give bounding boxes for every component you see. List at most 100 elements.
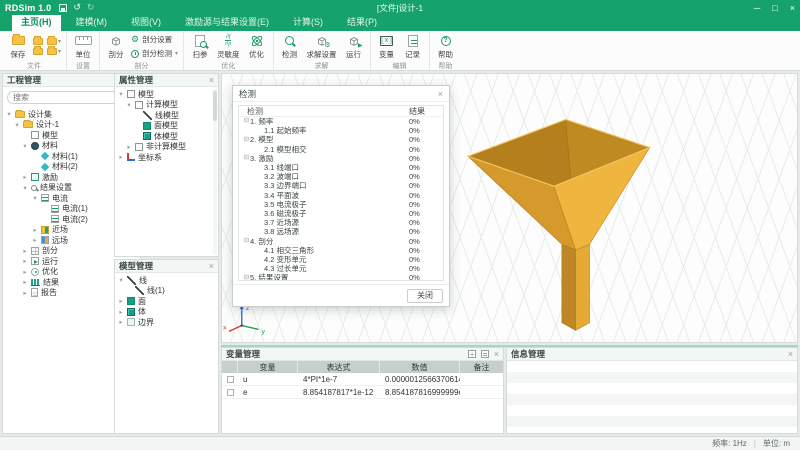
expander-icon[interactable]: ▸ bbox=[22, 257, 28, 265]
record-button[interactable]: 记录 bbox=[402, 33, 424, 60]
tab-compute[interactable]: 计算(S) bbox=[284, 13, 332, 31]
tree-item-line-model[interactable]: 线模型 bbox=[115, 110, 218, 121]
tab-results[interactable]: 结果(P) bbox=[338, 13, 386, 31]
mesh-settings-button[interactable]: ⚙ 剖分设置 bbox=[131, 34, 178, 45]
save-icon[interactable] bbox=[59, 4, 67, 12]
surface-icon bbox=[127, 297, 135, 305]
maximize-button[interactable]: □ bbox=[772, 3, 777, 13]
variable-button[interactable]: [x] 变量 bbox=[376, 33, 398, 60]
expander-icon[interactable]: ⊟ bbox=[243, 118, 250, 125]
checkbox[interactable] bbox=[227, 376, 234, 383]
scrollbar-thumb[interactable] bbox=[213, 91, 217, 121]
col-note: 备注 bbox=[460, 361, 503, 373]
close-button[interactable]: × bbox=[790, 3, 795, 13]
col-value: 数值 bbox=[380, 361, 460, 373]
line-icon bbox=[127, 276, 136, 285]
dialog-close-button[interactable]: 关闭 bbox=[407, 289, 443, 303]
close-icon[interactable]: × bbox=[209, 262, 214, 271]
tab-excitation-results[interactable]: 激励源与结果设置(E) bbox=[176, 13, 278, 31]
close-icon[interactable]: × bbox=[494, 350, 499, 359]
surface-icon bbox=[143, 122, 151, 130]
open-file-button[interactable] bbox=[33, 38, 43, 45]
solve-settings-button[interactable]: ⚙ 求解设置 bbox=[305, 33, 339, 60]
search-input[interactable] bbox=[13, 93, 123, 102]
run-button[interactable]: ▶ 运行 bbox=[343, 33, 365, 60]
expander-icon[interactable]: ▾ bbox=[32, 194, 38, 202]
variable-row-u[interactable]: u 4*PI*1e-7 0.00000125663706143... bbox=[222, 373, 503, 386]
expander-icon[interactable]: ▾ bbox=[22, 184, 28, 192]
expander-icon[interactable]: ▸ bbox=[32, 236, 38, 244]
recent-file-button[interactable]: ▾ bbox=[47, 38, 61, 45]
tab-home[interactable]: 主页(H) bbox=[12, 13, 61, 31]
col-variable: 变量 bbox=[238, 361, 298, 373]
redo-icon[interactable]: ↻ bbox=[87, 3, 95, 12]
checkbox[interactable] bbox=[227, 389, 234, 396]
tree-item-surface-model[interactable]: 面模型 bbox=[115, 121, 218, 132]
expander-icon[interactable]: ▾ bbox=[118, 276, 124, 284]
ribbon-group-solve: 检测 ⚙ 求解设置 ▶ 运行 求解 bbox=[274, 32, 371, 70]
expander-icon[interactable]: ▾ bbox=[14, 121, 20, 129]
expander-icon[interactable]: ⊟ bbox=[243, 275, 250, 281]
close-icon[interactable]: × bbox=[788, 350, 793, 359]
expander-icon[interactable]: ▸ bbox=[22, 173, 28, 181]
status-separator: | bbox=[754, 439, 756, 448]
tree-item-surface[interactable]: ▸面 bbox=[115, 296, 218, 307]
mesh-check-button[interactable]: 剖分检测 ▾ bbox=[131, 48, 178, 59]
minimize-button[interactable]: ─ bbox=[754, 3, 760, 13]
variable-row-e[interactable]: e 8.854187817*1e-12 8.854187816999999e-.… bbox=[222, 386, 503, 399]
expander-icon[interactable]: ⊟ bbox=[243, 137, 250, 144]
expander-icon[interactable]: ▸ bbox=[118, 153, 124, 161]
expander-icon[interactable]: ▸ bbox=[32, 226, 38, 234]
solid-icon bbox=[127, 308, 135, 316]
export-file-button[interactable]: ▾ bbox=[47, 48, 61, 55]
help-button[interactable]: ? 帮助 bbox=[435, 33, 457, 60]
model-icon bbox=[127, 90, 135, 98]
optimize-button[interactable]: 优化 bbox=[246, 33, 268, 60]
cube-icon bbox=[110, 35, 122, 47]
expander-icon[interactable]: ▾ bbox=[6, 110, 12, 118]
tree-item-boundary[interactable]: ▸边界 bbox=[115, 317, 218, 328]
delete-variable-icon[interactable] bbox=[481, 350, 489, 358]
tree-item-line[interactable]: ▾线 bbox=[115, 275, 218, 286]
expander-icon[interactable]: ▸ bbox=[22, 278, 28, 286]
tree-item-line-1[interactable]: 线(1) bbox=[115, 286, 218, 297]
expander-icon[interactable]: ▸ bbox=[22, 247, 28, 255]
file-actions: ▾ ▾ bbox=[33, 38, 61, 55]
tree-item-coordinate-system[interactable]: ▸坐标系 bbox=[115, 152, 218, 163]
expander-icon[interactable]: ▾ bbox=[118, 90, 124, 98]
expander-icon[interactable]: ▸ bbox=[118, 297, 124, 305]
undo-icon[interactable]: ↺ bbox=[73, 3, 81, 12]
expander-icon[interactable]: ▸ bbox=[118, 308, 124, 316]
expander-icon[interactable]: ▸ bbox=[22, 289, 28, 297]
expander-icon[interactable]: ▾ bbox=[22, 142, 28, 150]
tab-view[interactable]: 视图(V) bbox=[122, 13, 170, 31]
mesh-button[interactable]: 剖分 bbox=[105, 33, 127, 60]
close-icon[interactable]: × bbox=[438, 89, 443, 99]
import-file-button[interactable] bbox=[33, 48, 43, 55]
expander-icon[interactable]: ▸ bbox=[126, 143, 132, 151]
unit-button[interactable]: 单位 bbox=[72, 33, 94, 60]
record-icon bbox=[408, 35, 418, 47]
property-tree: ▾模型 ▾计算模型 线模型 面模型 体模型 ▸非计算模型 ▸坐标系 bbox=[115, 87, 218, 165]
tree-item-model[interactable]: ▾模型 bbox=[115, 89, 218, 100]
tree-item-noncalc-model[interactable]: ▸非计算模型 bbox=[115, 142, 218, 153]
scrollbar[interactable] bbox=[213, 89, 217, 254]
expander-icon[interactable]: ▾ bbox=[126, 101, 132, 109]
sensitivity-button[interactable]: ∂f∂p 灵敏度 bbox=[215, 33, 242, 60]
expander-icon[interactable]: ▸ bbox=[22, 268, 28, 276]
tree-item-solid-model[interactable]: 体模型 bbox=[115, 131, 218, 142]
save-button[interactable]: 保存 bbox=[7, 33, 29, 60]
add-variable-icon[interactable] bbox=[468, 350, 476, 358]
sweep-button[interactable]: 扫参 bbox=[189, 33, 211, 60]
tree-item-calc-model[interactable]: ▾计算模型 bbox=[115, 100, 218, 111]
tree-item-solid[interactable]: ▸体 bbox=[115, 307, 218, 318]
close-icon[interactable]: × bbox=[209, 76, 214, 85]
expander-icon[interactable]: ⊟ bbox=[243, 155, 250, 162]
expander-icon[interactable]: ▸ bbox=[118, 318, 124, 326]
expander-icon[interactable]: ⊟ bbox=[243, 238, 250, 245]
check-row[interactable]: ⊟5. 结果设置0% bbox=[239, 273, 443, 281]
tab-modeling[interactable]: 建模(M) bbox=[67, 13, 117, 31]
model-icon bbox=[31, 131, 39, 139]
3d-viewport[interactable]: z x y 检测 × 检测 结果 bbox=[221, 73, 798, 343]
check-button[interactable]: 检测 bbox=[279, 33, 301, 60]
